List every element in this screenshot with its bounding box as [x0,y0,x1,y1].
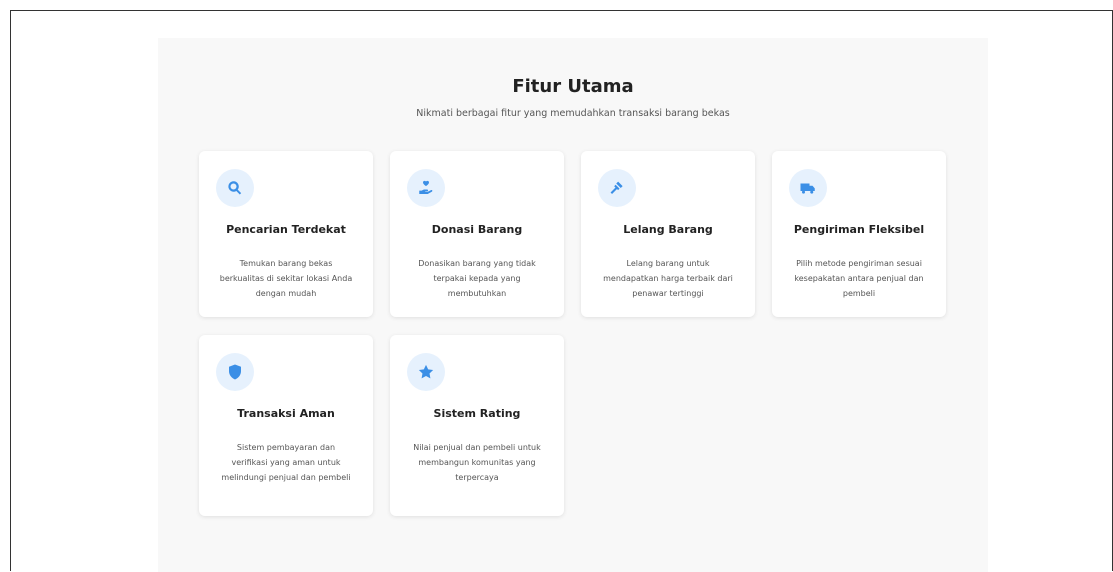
section-subtitle: Nikmati berbagai fitur yang memudahkan t… [416,108,730,119]
feature-title: Transaksi Aman [237,407,335,420]
feature-description: Sistem pembayaran dan verifikasi yang am… [221,443,351,482]
feature-description: Lelang barang untuk mendapatkan harga te… [603,259,733,298]
feature-card-pengiriman-fleksibel: Pengiriman Fleksibel Pilih metode pengir… [772,151,946,317]
search-icon [216,169,254,207]
feature-description: Pilih metode pengiriman sesuai kesepakat… [794,259,924,298]
features-section: Fitur Utama Nikmati berbagai fitur yang … [158,38,988,572]
feature-title: Donasi Barang [431,223,523,236]
feature-card-donasi-barang: Donasi Barang Donasikan barang yang tida… [390,151,564,317]
feature-card-pencarian-terdekat: Pencarian Terdekat Temukan barang bekas … [199,151,373,317]
feature-description: Nilai penjual dan pembeli untuk membangu… [413,443,541,482]
feature-title: Pencarian Terdekat [226,223,346,236]
section-title: Fitur Utama [512,76,634,97]
feature-title: Pengiriman Fleksibel [793,223,925,236]
feature-description: Temukan barang bekas berkualitas di seki… [219,259,353,298]
gavel-icon [598,169,636,207]
page-frame: Fitur Utama Nikmati berbagai fitur yang … [10,10,1113,572]
truck-icon [789,169,827,207]
feature-title: Sistem Rating [433,407,521,420]
feature-card-transaksi-aman: Transaksi Aman Sistem pembayaran dan ver… [199,335,373,516]
shield-icon [216,353,254,391]
feature-description: Donasikan barang yang tidak terpakai kep… [418,259,536,298]
feature-card-lelang-barang: Lelang Barang Lelang barang untuk mendap… [581,151,755,317]
star-icon [407,353,445,391]
feature-title: Lelang Barang [623,223,713,236]
feature-card-sistem-rating: Sistem Rating Nilai penjual dan pembeli … [390,335,564,516]
hand-holding-heart-icon [407,169,445,207]
